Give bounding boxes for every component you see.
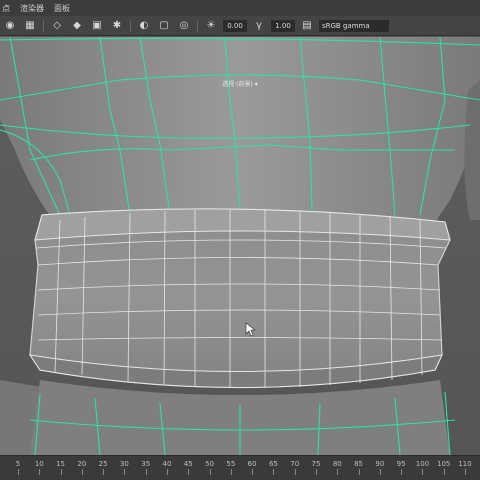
timeline-tick-label: 50 — [205, 460, 215, 468]
toolbar-divider — [130, 19, 131, 32]
timeline-tick-label: 15 — [56, 460, 66, 468]
torso-mesh — [0, 37, 480, 230]
timeline-tick-mark — [209, 469, 211, 475]
viewport-canvas — [0, 37, 480, 455]
timeline-tick-label: 65 — [268, 460, 278, 468]
timeline-tick-label: 35 — [141, 460, 151, 468]
timeline-tick-mark — [401, 469, 403, 475]
timeline-tick-mark — [167, 469, 168, 475]
timeline-tick-label: 10 — [34, 460, 44, 468]
timeline-tick-mark — [230, 469, 232, 475]
toolbar-divider — [197, 19, 198, 32]
timeline-tick-label: 85 — [354, 460, 364, 468]
timeline-tick-mark — [273, 469, 275, 475]
timeline-tick-mark — [337, 469, 339, 475]
timeline-tick-label: 100 — [415, 460, 430, 468]
light-icon[interactable]: ✱ — [110, 19, 124, 33]
timeline-tick-label: 105 — [437, 460, 451, 468]
timeline-tick-mark — [422, 469, 424, 475]
gamma-icon: γ — [256, 20, 262, 31]
timeline-tick-mark — [188, 469, 190, 475]
color-management-icon[interactable]: ▤ — [300, 19, 314, 33]
timeline-tick-label: 40 — [162, 460, 172, 468]
viewport-toolbar: ◉ ▦ ◇ ◆ ▣ ✱ ◐ ▢ ◎ ☀ 0.00 γ 1.00 ▤ sRGB g… — [0, 16, 480, 36]
exposure-icon: ☀ — [206, 20, 216, 31]
timeline-tick-mark — [145, 469, 147, 475]
menu-item-renderer[interactable]: 渲染器 — [20, 3, 44, 14]
timeline-tick-label: 25 — [98, 460, 108, 468]
viewport-menu-bar: 点 渲染器 面板 — [0, 0, 480, 16]
timeline-tick-mark — [252, 469, 254, 475]
toolbar-divider — [43, 19, 44, 32]
isolate-icon[interactable]: ▢ — [157, 19, 171, 33]
timeline-tick-label: 20 — [77, 460, 87, 468]
timeline-tick-label: 30 — [119, 460, 129, 468]
timeline-tick-label: 95 — [396, 460, 406, 468]
exposure-field[interactable]: 0.00 — [223, 19, 247, 32]
menu-item-points[interactable]: 点 — [2, 3, 10, 14]
timeline-tick-mark — [465, 469, 466, 475]
timeline-tick-mark — [39, 469, 41, 475]
camera-icon[interactable]: ◉ — [3, 19, 17, 33]
xray-icon[interactable]: ◎ — [177, 19, 191, 33]
time-slider[interactable]: 5 10 15 20 25 30 35 40 45 50 55 60 65 70 75 80 85 90 95 100… — [0, 455, 480, 480]
timeline-tick-mark — [18, 469, 19, 475]
timeline-tick-label: 110 — [458, 460, 472, 468]
color-space-field[interactable]: sRGB gamma — [319, 19, 389, 32]
texture-icon[interactable]: ▣ — [90, 19, 104, 33]
timeline-tick-label: 45 — [183, 460, 193, 468]
gamma-field[interactable]: 1.00 — [271, 19, 295, 32]
timeline-tick-mark — [294, 469, 296, 475]
timeline-tick-mark — [124, 469, 126, 475]
timeline-tick-mark — [81, 469, 83, 475]
timeline-tick-label: 90 — [375, 460, 385, 468]
timeline-tick-label: 55 — [226, 460, 236, 468]
3d-viewport[interactable]: 透视 (前景) ▾ persp — [0, 37, 480, 455]
timeline-tick-mark — [60, 469, 62, 475]
timeline-tick-label: 70 — [290, 460, 300, 468]
timeline-tick-label: 60 — [247, 460, 257, 468]
grid-icon[interactable]: ▦ — [23, 19, 37, 33]
timeline-tick-mark — [379, 469, 381, 475]
menu-item-panels[interactable]: 面板 — [54, 3, 70, 14]
camera-label: 透视 (前景) ▾ — [222, 81, 258, 88]
timeline-tick-mark — [358, 469, 360, 475]
timeline-tick-mark — [103, 469, 105, 475]
timeline-tick-mark — [316, 469, 317, 475]
timeline-tick-mark — [443, 469, 445, 475]
timeline-tick-label: 5 — [15, 460, 21, 468]
wireframe-icon[interactable]: ◇ — [50, 19, 64, 33]
shadow-icon[interactable]: ◐ — [137, 19, 151, 33]
timeline-tick-label: 75 — [311, 460, 321, 468]
timeline-tick-label: 80 — [332, 460, 342, 468]
smooth-shade-icon[interactable]: ◆ — [70, 19, 84, 33]
